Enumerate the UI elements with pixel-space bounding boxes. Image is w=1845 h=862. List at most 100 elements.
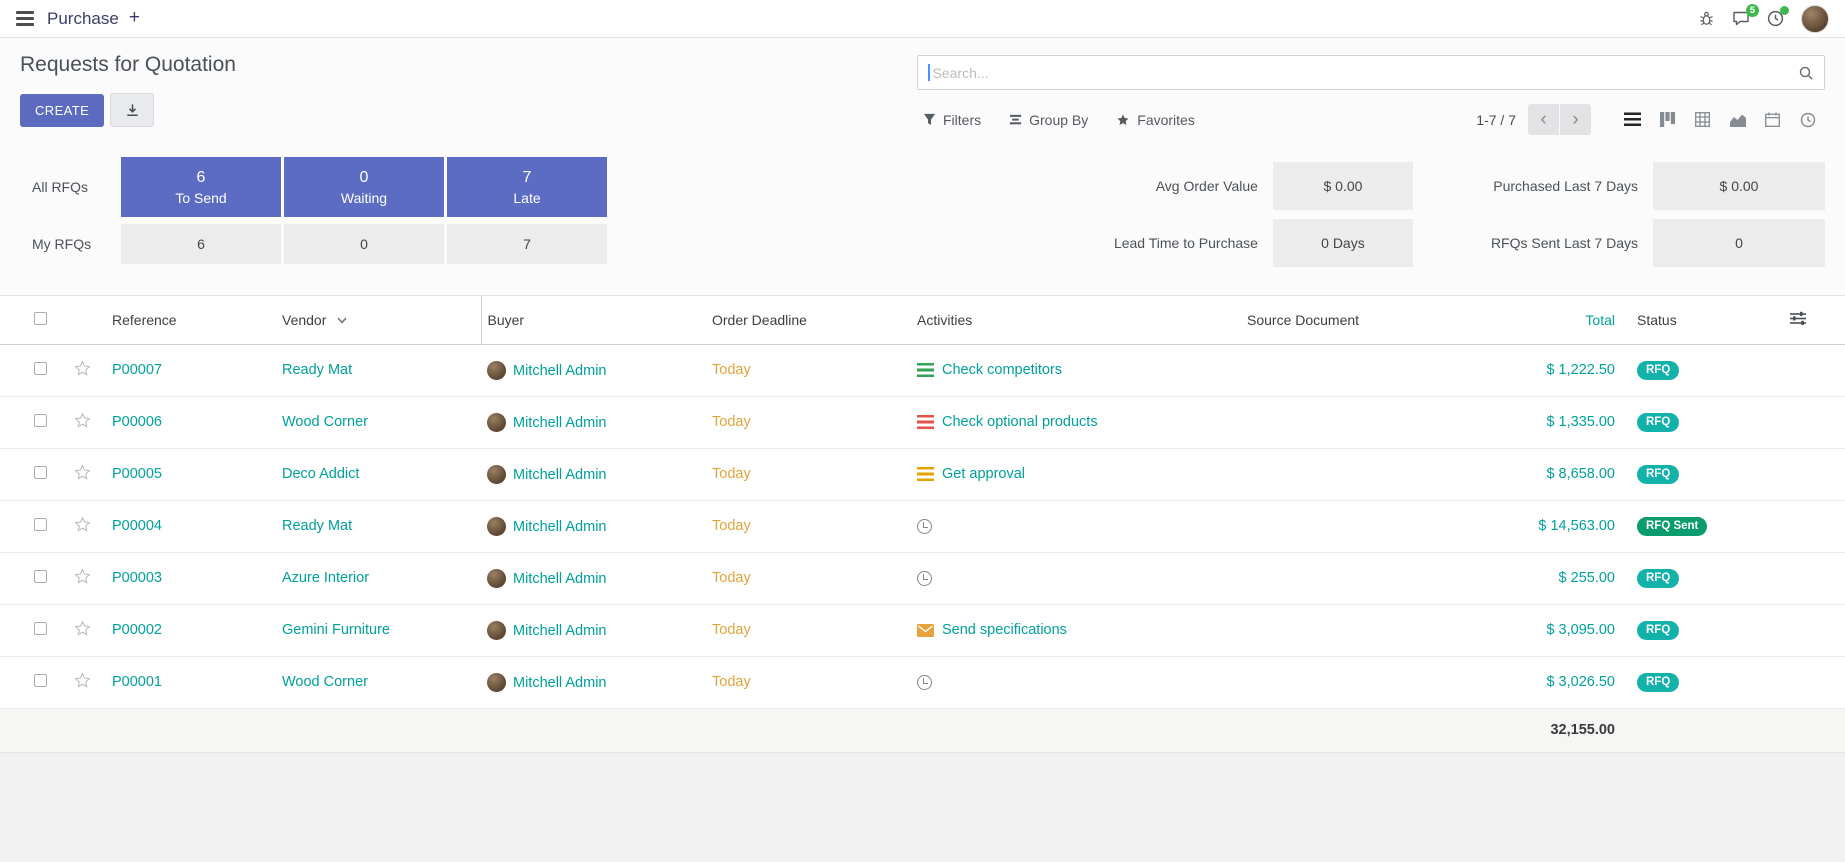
status-badge: RFQ [1637,673,1679,692]
row-checkbox[interactable] [34,674,47,687]
select-all-checkbox[interactable] [34,312,47,325]
my-late-count[interactable]: 7 [447,224,607,264]
vendor-link[interactable]: Wood Corner [282,674,368,690]
row-checkbox[interactable] [34,362,47,375]
buyer-link[interactable]: Mitchell Admin [513,363,606,379]
reference-link[interactable]: P00004 [112,518,162,534]
activity-type-icon[interactable] [917,571,932,586]
pager-next-button[interactable]: › [1560,104,1591,135]
activity-type-icon[interactable] [917,519,932,534]
buyer-link[interactable]: Mitchell Admin [513,675,606,691]
calendar-view-icon [1765,112,1780,127]
magnifier-icon [1798,65,1814,81]
group-by-button[interactable]: Group By [1009,112,1088,128]
column-header-buyer[interactable]: Buyer [481,296,706,344]
row-checkbox[interactable] [34,414,47,427]
filters-button[interactable]: Filters [923,112,981,128]
vendor-link[interactable]: Ready Mat [282,362,352,378]
vendor-link[interactable]: Gemini Furniture [282,622,390,638]
activity-link[interactable]: Get approval [942,466,1025,482]
reference-link[interactable]: P00003 [112,570,162,586]
stat-late[interactable]: 7 Late [447,157,607,217]
activity-link[interactable]: Send specifications [942,622,1067,638]
stat-to-send[interactable]: 6 To Send [121,157,281,217]
activities-clock-icon[interactable] [1767,10,1784,27]
status-badge: RFQ [1637,361,1679,380]
vendor-link[interactable]: Azure Interior [282,570,369,586]
optional-columns-sliders-icon[interactable] [1790,311,1806,326]
app-name[interactable]: Purchase [47,9,119,29]
search-input[interactable] [933,65,1799,81]
total-amount: $ 14,563.00 [1496,500,1621,552]
column-header-source[interactable]: Source Document [1241,296,1496,344]
column-header-total[interactable]: Total [1496,296,1621,344]
table-row[interactable]: P00006 Wood Corner Mitchell Admin Today … [0,396,1845,448]
pager-previous-button[interactable]: ‹ [1528,104,1559,135]
activity-type-icon[interactable] [917,363,934,377]
create-button[interactable]: CREATE [20,94,104,127]
reference-link[interactable]: P00005 [112,466,162,482]
activity-view-icon [1800,112,1816,128]
chevron-down-icon[interactable] [337,317,347,324]
column-header-deadline[interactable]: Order Deadline [706,296,911,344]
view-pivot-button[interactable] [1685,104,1720,135]
activity-type-icon[interactable] [917,624,934,637]
favorite-star-icon[interactable] [74,360,91,377]
apps-menu-icon[interactable] [16,11,34,25]
buyer-link[interactable]: Mitchell Admin [513,571,606,587]
search-box[interactable] [917,55,1825,90]
vendor-link[interactable]: Ready Mat [282,518,352,534]
favorite-star-icon[interactable] [74,620,91,637]
column-header-vendor[interactable]: Vendor [276,296,481,344]
table-row[interactable]: P00007 Ready Mat Mitchell Admin Today Ch… [0,344,1845,396]
activity-type-icon[interactable] [917,675,932,690]
vendor-link[interactable]: Deco Addict [282,466,359,482]
column-header-reference[interactable]: Reference [106,296,276,344]
column-header-status[interactable]: Status [1621,296,1751,344]
view-calendar-button[interactable] [1755,104,1790,135]
buyer-link[interactable]: Mitchell Admin [513,415,606,431]
reference-link[interactable]: P00002 [112,622,162,638]
my-to-send-count[interactable]: 6 [121,224,281,264]
buyer-avatar [487,413,506,432]
row-checkbox[interactable] [34,622,47,635]
activity-type-icon[interactable] [917,467,934,481]
buyer-link[interactable]: Mitchell Admin [513,519,606,535]
table-row[interactable]: P00002 Gemini Furniture Mitchell Admin T… [0,604,1845,656]
favorite-star-icon[interactable] [74,464,91,481]
buyer-link[interactable]: Mitchell Admin [513,623,606,639]
export-download-button[interactable] [110,93,154,127]
reference-link[interactable]: P00006 [112,414,162,430]
view-list-button[interactable] [1615,104,1650,135]
row-checkbox[interactable] [34,466,47,479]
table-row[interactable]: P00003 Azure Interior Mitchell Admin Tod… [0,552,1845,604]
activity-type-icon[interactable] [917,415,934,429]
pager-range[interactable]: 1-7 / 7 [1476,112,1516,128]
view-activity-button[interactable] [1790,104,1825,135]
favorite-star-icon[interactable] [74,568,91,585]
view-graph-button[interactable] [1720,104,1755,135]
view-kanban-button[interactable] [1650,104,1685,135]
bug-icon[interactable] [1698,10,1715,27]
user-avatar[interactable] [1801,5,1829,33]
plus-icon[interactable]: + [129,8,140,27]
favorite-star-icon[interactable] [74,412,91,429]
my-waiting-count[interactable]: 0 [284,224,444,264]
favorites-button[interactable]: Favorites [1116,112,1195,128]
column-header-activities[interactable]: Activities [911,296,1241,344]
row-checkbox[interactable] [34,570,47,583]
table-row[interactable]: P00004 Ready Mat Mitchell Admin Today $ … [0,500,1845,552]
activity-link[interactable]: Check competitors [942,362,1062,378]
vendor-link[interactable]: Wood Corner [282,414,368,430]
favorite-star-icon[interactable] [74,672,91,689]
reference-link[interactable]: P00001 [112,674,162,690]
activity-link[interactable]: Check optional products [942,414,1098,430]
stat-waiting[interactable]: 0 Waiting [284,157,444,217]
table-row[interactable]: P00005 Deco Addict Mitchell Admin Today … [0,448,1845,500]
row-checkbox[interactable] [34,518,47,531]
favorite-star-icon[interactable] [74,516,91,533]
reference-link[interactable]: P00007 [112,362,162,378]
table-row[interactable]: P00001 Wood Corner Mitchell Admin Today … [0,656,1845,708]
messages-icon[interactable]: 5 [1732,10,1750,27]
buyer-link[interactable]: Mitchell Admin [513,467,606,483]
